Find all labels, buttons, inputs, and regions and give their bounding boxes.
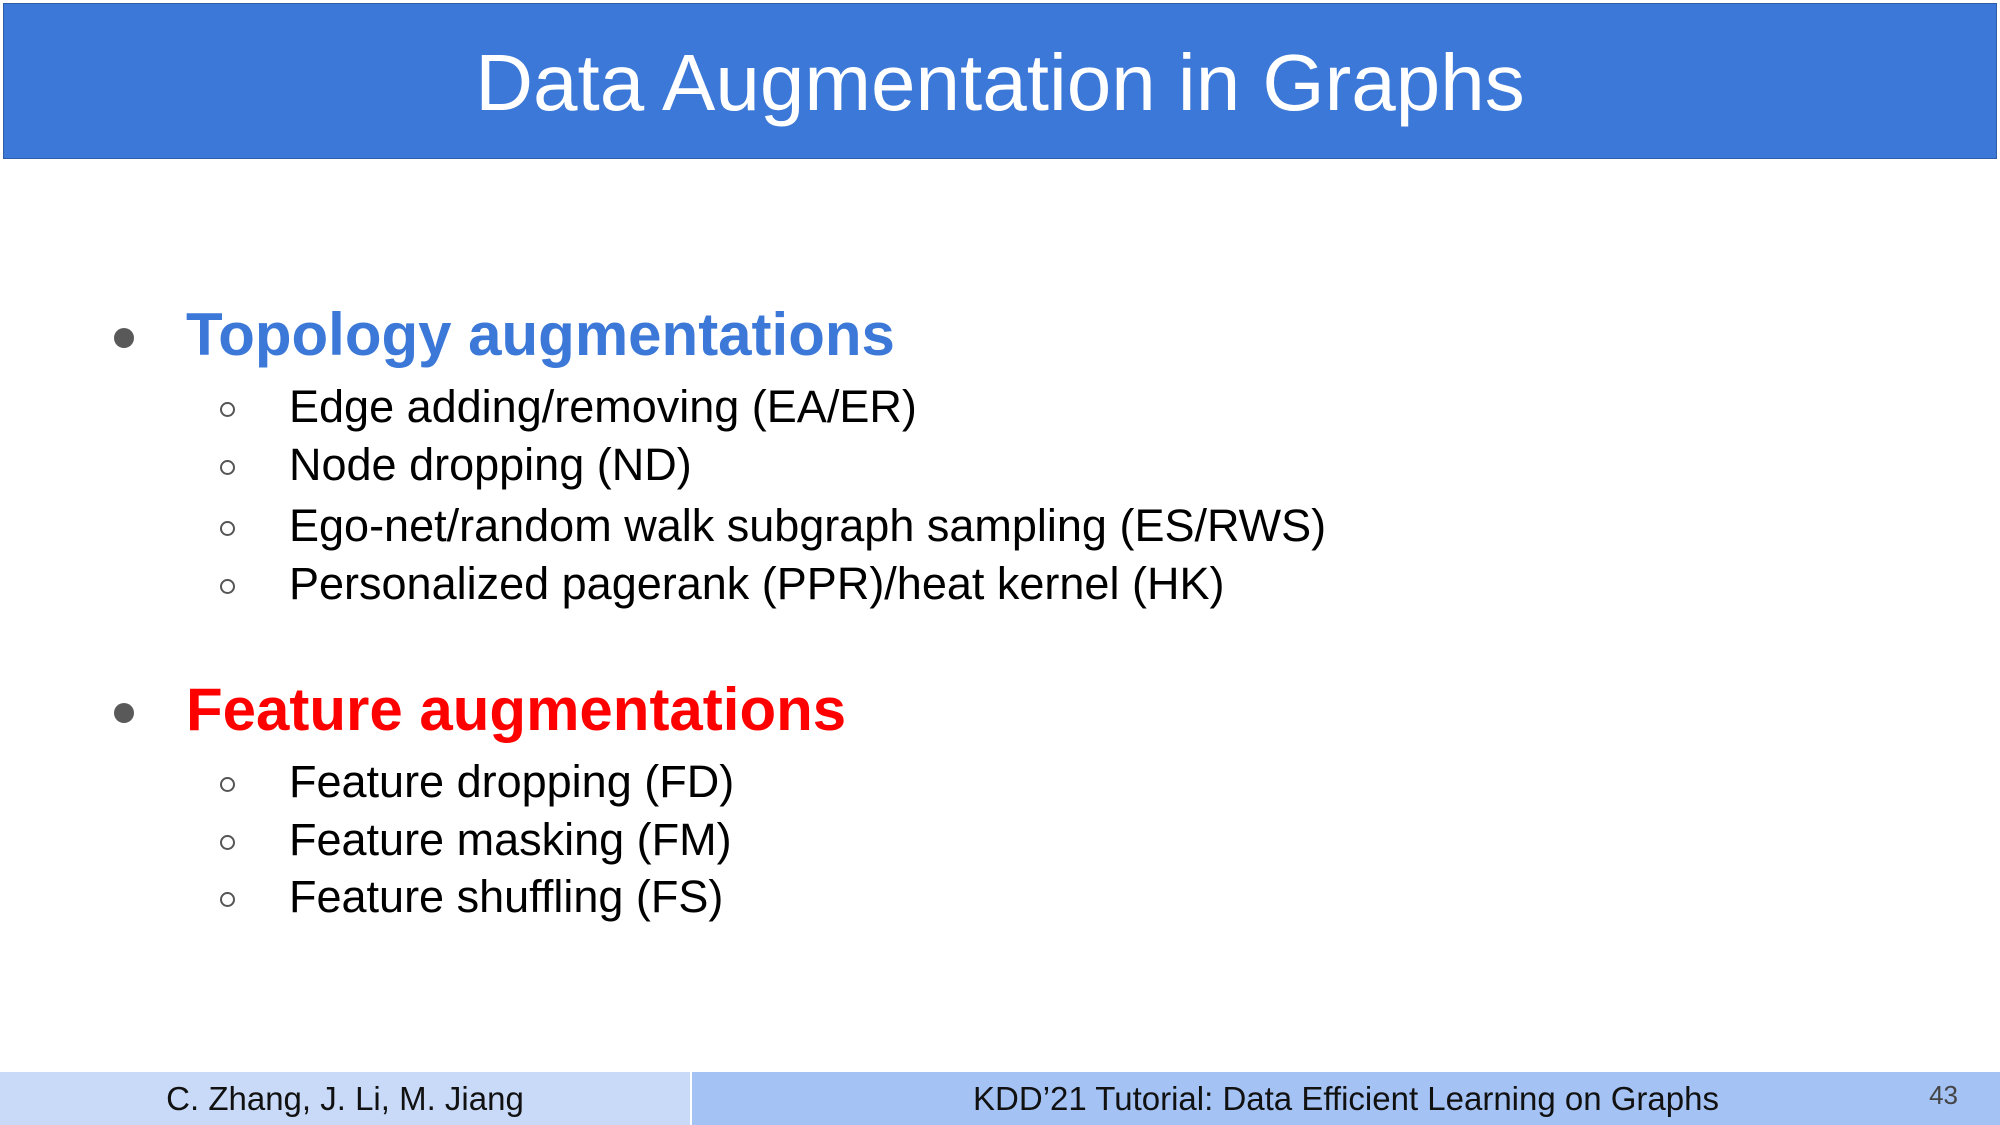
list-item-label: Feature shuffling (FS)	[289, 871, 724, 922]
footer-event-bar: KDD’21 Tutorial: Data Efficient Learning…	[692, 1072, 2000, 1125]
hollow-bullet-icon	[220, 835, 235, 850]
footer-event: KDD’21 Tutorial: Data Efficient Learning…	[692, 1072, 2000, 1125]
list-item: Feature masking (FM)	[220, 817, 732, 862]
list-item: Feature dropping (FD)	[220, 759, 734, 804]
bullet-dot-icon	[114, 703, 134, 723]
list-item-label: Feature dropping (FD)	[289, 756, 735, 807]
hollow-bullet-icon	[220, 892, 235, 907]
slide-body: Topology augmentations Edge adding/remov…	[0, 0, 2000, 1125]
bullet-dot-icon	[114, 328, 134, 348]
section-label-topology: Topology augmentations	[186, 301, 895, 368]
footer-authors-text: C. Zhang, J. Li, M. Jiang	[166, 1079, 524, 1117]
list-item-label: Personalized pagerank (PPR)/heat kernel …	[289, 558, 1225, 609]
section-label-feature: Feature augmentations	[186, 676, 847, 743]
hollow-bullet-icon	[220, 460, 235, 475]
section-heading-topology: Topology augmentations	[114, 305, 895, 365]
list-item-label: Ego-net/random walk subgraph sampling (E…	[289, 500, 1327, 551]
hollow-bullet-icon	[220, 402, 235, 417]
footer-authors: C. Zhang, J. Li, M. Jiang	[0, 1072, 690, 1125]
list-item-label: Node dropping (ND)	[289, 439, 692, 490]
page-number: 43	[1929, 1080, 1958, 1110]
list-item-label: Edge adding/removing (EA/ER)	[289, 381, 917, 432]
hollow-bullet-icon	[220, 579, 235, 594]
list-item: Personalized pagerank (PPR)/heat kernel …	[220, 561, 1224, 606]
hollow-bullet-icon	[220, 777, 235, 792]
footer-event-text: KDD’21 Tutorial: Data Efficient Learning…	[973, 1079, 1719, 1117]
list-item: Feature shuffling (FS)	[220, 874, 723, 919]
section-heading-feature: Feature augmentations	[114, 680, 846, 740]
list-item: Edge adding/removing (EA/ER)	[220, 384, 917, 429]
list-item-label: Feature masking (FM)	[289, 814, 732, 865]
list-item: Node dropping (ND)	[220, 442, 692, 487]
hollow-bullet-icon	[220, 521, 235, 536]
list-item: Ego-net/random walk subgraph sampling (E…	[220, 503, 1326, 548]
